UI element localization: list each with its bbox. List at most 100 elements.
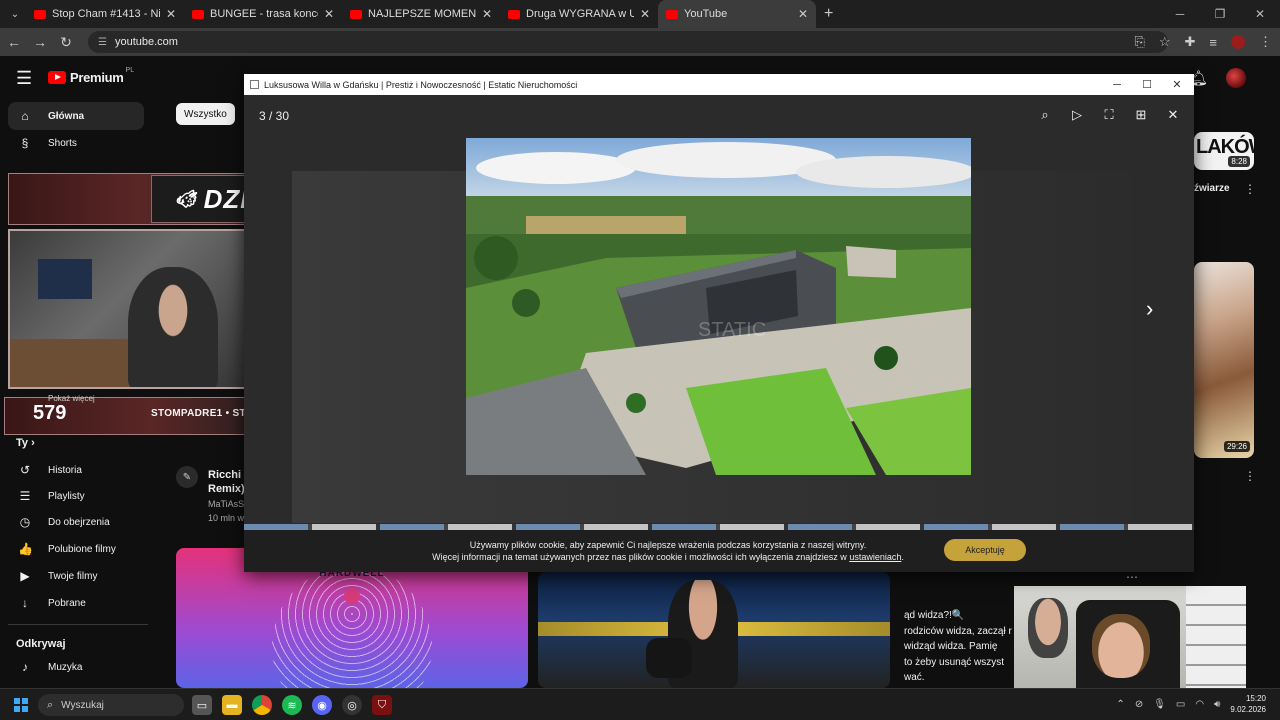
guest-figure	[1092, 614, 1150, 678]
youtube-favicon-icon	[508, 9, 520, 19]
wifi-icon[interactable]: ◠	[1195, 699, 1204, 710]
taskbar-search[interactable]: ⌕ Wyszukaj	[38, 694, 184, 716]
video-duration: 29:26	[1223, 441, 1250, 452]
sidebar-item-shorts[interactable]: § Shorts	[8, 129, 144, 157]
discord-icon[interactable]: ◉	[312, 695, 332, 715]
address-bar[interactable]: ☰ youtube.com	[88, 31, 1168, 53]
show-more-link[interactable]: Pokaż więcej	[48, 394, 95, 403]
account-avatar[interactable]	[1226, 68, 1246, 88]
new-tab-button[interactable]: +	[824, 5, 833, 23]
browser-tab-active[interactable]: YouTube ✕	[658, 0, 816, 28]
url-text: youtube.com	[114, 36, 178, 48]
task-view-icon[interactable]: ▭	[192, 695, 212, 715]
minimize-icon[interactable]: ─	[1102, 74, 1132, 95]
tab-close-icon[interactable]: ✕	[482, 7, 492, 21]
sidebar-item-history[interactable]: ↺ Historia	[8, 456, 144, 484]
sidebar-item-label: Pobrane	[48, 597, 86, 609]
video-thumbnail[interactable]: 29:26	[1194, 262, 1254, 458]
install-icon[interactable]: ⎘	[1134, 34, 1144, 50]
file-explorer-icon[interactable]: ▬	[222, 695, 242, 715]
play-slideshow-icon[interactable]: ▷	[1070, 107, 1084, 123]
browser-tab[interactable]: BUNGEE - trasa koncertowa od ✕	[184, 0, 342, 28]
cookie-text: Używamy plików cookie, aby zapewnić Ci n…	[469, 540, 867, 550]
cookie-text-line2: Więcej informacji na temat używanych prz…	[408, 551, 928, 563]
extensions-icon[interactable]: ✚	[1185, 34, 1196, 50]
menu-icon[interactable]: ☰	[16, 68, 32, 89]
volume-icon[interactable]: 🔊︎	[1214, 699, 1220, 710]
monitor-graphic	[38, 259, 92, 299]
cookie-banner: Używamy plików cookie, aby zapewnić Ci n…	[244, 530, 1194, 572]
media-icon[interactable]: ≡	[1209, 35, 1217, 50]
tab-search-button[interactable]: ⌄	[4, 3, 26, 25]
bookmark-star-icon[interactable]: ☆	[1159, 34, 1171, 50]
image-gallery-window: Luksusowa Willa w Gdańsku | Prestiż i No…	[244, 74, 1194, 572]
tab-close-icon[interactable]: ✕	[324, 7, 334, 21]
start-windows-icon[interactable]	[14, 698, 28, 712]
sidebar-item-liked[interactable]: 👍 Polubione filmy	[8, 535, 144, 563]
microphone-icon[interactable]: 🎙︎	[1153, 699, 1166, 710]
cookie-settings-link[interactable]: ustawieniach	[849, 552, 901, 562]
display-icon[interactable]: ▭	[1176, 699, 1185, 710]
history-icon: ↺	[19, 463, 31, 477]
sidebar-item-label: Do obejrzenia	[48, 516, 110, 528]
profile-avatar[interactable]	[1231, 35, 1245, 49]
sidebar-item-watch-later[interactable]: ◷ Do obejrzenia	[8, 508, 144, 536]
watermark-text: STATIC	[698, 319, 766, 341]
more-actions-icon[interactable]: ⋮	[1244, 469, 1256, 483]
tab-close-icon[interactable]: ✕	[166, 7, 176, 21]
clock[interactable]: 15:20 9.02.2026	[1230, 693, 1266, 715]
sidebar-item-downloads[interactable]: ↓ Pobrane	[8, 589, 144, 617]
close-gallery-icon[interactable]: ✕	[1166, 107, 1180, 123]
video-thumbnail[interactable]: LAKÓW 8:28	[1194, 132, 1254, 170]
shield-app-icon[interactable]: ⛉	[372, 695, 392, 715]
sidebar-item-music[interactable]: ♪ Muzyka	[8, 653, 144, 681]
streamer-figure	[128, 267, 218, 387]
reload-icon[interactable]: ↻	[54, 34, 78, 51]
minimize-icon[interactable]: ─	[1160, 0, 1200, 28]
browser-tab[interactable]: NAJLEPSZE MOMENTY POLSKI ✕	[342, 0, 500, 28]
video-title[interactable]: ąd widza?!🔍 rodziców widza, zaczął r wid…	[904, 608, 1016, 686]
video-channel[interactable]: MaTiAsS	[208, 499, 244, 509]
sidebar-item-home[interactable]: ⌂ Główna	[8, 102, 144, 130]
network-off-icon[interactable]: ⊘	[1135, 699, 1143, 710]
next-image-icon[interactable]: ›	[1146, 296, 1153, 322]
sidebar-section-you[interactable]: Ty ›	[16, 437, 35, 449]
property-photo[interactable]: STATIC	[466, 138, 971, 475]
zoom-icon[interactable]: ⌕	[1038, 107, 1052, 123]
close-window-icon[interactable]: ✕	[1240, 0, 1280, 28]
browser-tab[interactable]: Druga WYGRANA w UFC | UFC ✕	[500, 0, 658, 28]
forward-icon[interactable]: →	[28, 34, 52, 50]
more-actions-icon[interactable]: ⋮	[1244, 182, 1256, 196]
obs-icon[interactable]: ◎	[342, 695, 362, 715]
tab-title: NAJLEPSZE MOMENTY POLSKI	[368, 8, 476, 20]
region-code: PL	[125, 67, 135, 74]
restore-icon[interactable]: ❐	[1200, 0, 1240, 28]
tab-close-icon[interactable]: ✕	[640, 7, 650, 21]
close-window-icon[interactable]: ✕	[1162, 74, 1192, 95]
fullscreen-icon[interactable]: ⛶	[1102, 107, 1116, 123]
site-info-icon[interactable]: ☰	[98, 37, 107, 48]
tray-expand-icon[interactable]: ⌃	[1116, 699, 1124, 710]
accept-cookies-button[interactable]: Akceptuję	[944, 539, 1026, 561]
filter-chip-all[interactable]: Wszystko	[176, 103, 235, 125]
video-thumbnail[interactable]	[538, 572, 890, 688]
sidebar-item-label: Playlisty	[48, 490, 85, 502]
video-title[interactable]: źwiarze	[1194, 183, 1230, 194]
maximize-icon[interactable]: ☐	[1132, 74, 1162, 95]
chrome-icon[interactable]	[252, 695, 272, 715]
page-icon	[250, 80, 259, 89]
windows-taskbar: ⌕ Wyszukaj ▭ ▬ ≋ ◉ ◎ ⛉ ⌃ ⊘ 🎙︎ ▭ ◠ 🔊︎ 15:…	[0, 688, 1280, 720]
channel-avatar[interactable]: ✎	[176, 466, 198, 488]
tab-close-icon[interactable]: ✕	[798, 7, 808, 21]
grid-view-icon[interactable]: ⊞	[1134, 107, 1148, 123]
watch-later-icon: ◷	[19, 515, 31, 529]
youtube-logo[interactable]: Premium PL	[48, 67, 135, 85]
back-icon[interactable]: ←	[2, 34, 26, 50]
spotify-icon[interactable]: ≋	[282, 695, 302, 715]
sidebar-item-playlists[interactable]: ☰ Playlisty	[8, 482, 144, 510]
browser-menu-icon[interactable]: ⋮	[1259, 34, 1272, 50]
sidebar-item-your-videos[interactable]: ▶ Twoje filmy	[8, 562, 144, 590]
browser-tab[interactable]: Stop Cham #1413 - Niebezpiec ✕	[26, 0, 184, 28]
more-actions-icon[interactable]: ⋯	[1126, 570, 1138, 584]
sidebar-item-label: Muzyka	[48, 661, 83, 673]
